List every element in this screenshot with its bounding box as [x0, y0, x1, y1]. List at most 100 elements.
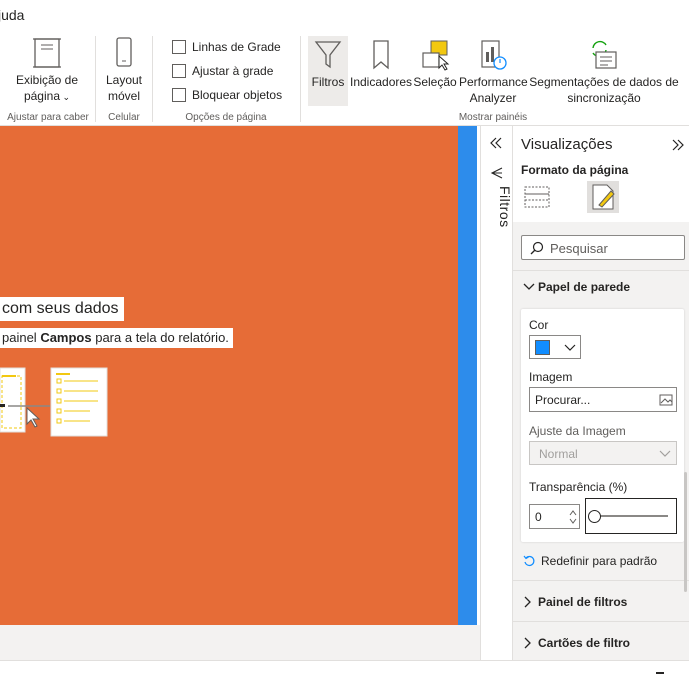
sync-slicers-label-1: Segmentações de dados de	[529, 75, 679, 89]
image-fit-dropdown[interactable]: Normal	[529, 441, 677, 465]
color-picker[interactable]	[529, 335, 581, 359]
menu-help[interactable]: juda	[0, 7, 24, 23]
wallpaper-card: Cor Imagem Procurar... Ajuste da Imagem …	[521, 309, 684, 542]
sync-slicers-button[interactable]: Segmentações de dados de sincronização	[529, 36, 679, 106]
funnel-icon	[314, 41, 342, 69]
sync-slicers-label-2: sincronização	[567, 91, 641, 105]
bookmark-icon	[373, 40, 389, 70]
transparency-value: 0	[535, 510, 542, 524]
chevron-down-icon	[564, 344, 576, 351]
chevron-right-icon	[524, 637, 531, 649]
search-icon	[530, 241, 544, 255]
canvas-subtitle: painel Campos para a tela do relatório.	[0, 328, 233, 348]
collapse-right-icon[interactable]	[671, 138, 685, 152]
selection-icon	[422, 40, 450, 71]
group-page-options: Opções de página	[185, 112, 267, 123]
image-label: Imagem	[529, 370, 573, 384]
chevron-right-icon	[524, 596, 531, 608]
chevron-down-icon	[523, 283, 535, 290]
menu-bar: juda	[0, 0, 689, 32]
mobile-layout-button[interactable]: Layout móvel	[102, 36, 146, 106]
visualizations-pane: Visualizações Formato da página Pesquisa…	[513, 126, 689, 660]
wallpaper-section-header[interactable]: Papel de parede	[523, 280, 630, 294]
subtitle-bold-text: Campos	[40, 330, 92, 345]
bookmarks-label: Indicadores	[350, 75, 413, 89]
performance-label-2: Analyzer	[469, 91, 517, 105]
divider	[513, 621, 689, 622]
visualizations-title: Visualizações	[521, 136, 613, 153]
transparency-slider[interactable]	[585, 498, 677, 534]
performance-analyzer-button[interactable]: Performance Analyzer	[459, 36, 528, 106]
snap-to-grid-checkbox[interactable]: Ajustar à grade	[172, 64, 273, 78]
group-scale-to-fit: Ajustar para caber	[7, 112, 89, 123]
format-page-subtitle: Formato da página	[521, 163, 629, 177]
performance-label-1: Performance	[459, 75, 528, 89]
divider	[513, 270, 689, 271]
sync-slicers-icon	[592, 40, 617, 69]
canvas-title: com seus dados	[0, 297, 124, 321]
filter-pane-section-label: Painel de filtros	[538, 595, 628, 609]
performance-analyzer-icon	[481, 40, 507, 70]
checkbox-box[interactable]	[172, 64, 186, 78]
snap-to-grid-label: Ajustar à grade	[192, 64, 274, 78]
page-edge-strip	[458, 126, 480, 625]
format-tab[interactable]	[587, 181, 619, 213]
filter-pane-section-header[interactable]: Painel de filtros	[523, 595, 627, 609]
reset-icon	[523, 555, 535, 566]
chevron-down-icon	[659, 450, 671, 457]
page-view-label-1: Exibição de	[15, 73, 79, 87]
pane-scrollbar[interactable]	[684, 472, 687, 592]
reset-label: Redefinir para padrão	[541, 554, 658, 568]
page-view-button[interactable]: Exibição de página ⌄	[14, 36, 80, 106]
image-browse-text: Procurar...	[535, 393, 591, 407]
image-browse-field[interactable]: Procurar...	[529, 387, 677, 412]
selection-pane-button[interactable]: Seleção	[413, 36, 457, 106]
selection-label: Seleção	[413, 75, 457, 89]
zoom-dash[interactable]	[656, 672, 664, 674]
canvas-bottom-area	[0, 625, 480, 660]
search-input[interactable]: Pesquisar	[521, 235, 685, 260]
bookmarks-pane-button[interactable]: Indicadores	[350, 36, 412, 106]
checkbox-box[interactable]	[172, 88, 186, 102]
filter-cards-section-header[interactable]: Cartões de filtro	[523, 636, 630, 650]
filters-pane-label: Filtros	[497, 186, 513, 228]
divider	[513, 580, 689, 581]
filters-label: Filtros	[311, 75, 345, 89]
filters-pane-collapsed[interactable]: Filtros	[480, 126, 513, 660]
ribbon-separator	[300, 36, 301, 122]
image-icon	[659, 394, 673, 406]
transparency-input[interactable]: 0	[529, 504, 580, 529]
color-label: Cor	[529, 318, 549, 332]
status-bar	[0, 660, 689, 685]
mobile-label-1: Layout	[105, 73, 143, 87]
spin-arrows-icon[interactable]	[568, 508, 578, 526]
format-paintbrush-icon	[592, 184, 615, 210]
subtitle-text: painel	[2, 330, 41, 345]
slider-thumb[interactable]	[588, 510, 601, 523]
filters-pane-button[interactable]: Filtros	[308, 36, 348, 106]
lock-objects-label: Bloquear objetos	[192, 88, 283, 102]
ribbon-separator	[95, 36, 96, 122]
wallpaper-header-label: Papel de parede	[538, 280, 631, 294]
filter-cards-section-label: Cartões de filtro	[538, 636, 631, 650]
lock-objects-checkbox[interactable]: Bloquear objetos	[172, 88, 282, 102]
fields-tab-icon[interactable]	[524, 184, 550, 210]
expand-left-icon[interactable]	[489, 136, 503, 150]
mobile-label-2: móvel	[107, 89, 140, 103]
drag-fields-illustration	[0, 367, 108, 437]
transparency-label: Transparência (%)	[529, 480, 628, 494]
image-fit-value: Normal	[539, 447, 578, 461]
reset-to-default-button[interactable]: Redefinir para padrão	[523, 554, 657, 568]
page-view-label-2: página ⌄	[23, 89, 71, 103]
group-mobile: Celular	[108, 112, 140, 123]
format-pane-body: Pesquisar Papel de parede Cor Imagem Pro…	[513, 222, 689, 660]
gridlines-label: Linhas de Grade	[192, 40, 281, 54]
group-show-panes: Mostrar painéis	[458, 112, 528, 123]
gridlines-checkbox[interactable]: Linhas de Grade	[172, 40, 281, 54]
ribbon-separator	[152, 36, 153, 122]
funnel-icon	[490, 167, 503, 179]
subtitle-text-end: para a tela do relatório.	[91, 330, 229, 345]
page-view-icon	[33, 38, 61, 68]
checkbox-box[interactable]	[172, 40, 186, 54]
phone-icon	[116, 37, 132, 67]
